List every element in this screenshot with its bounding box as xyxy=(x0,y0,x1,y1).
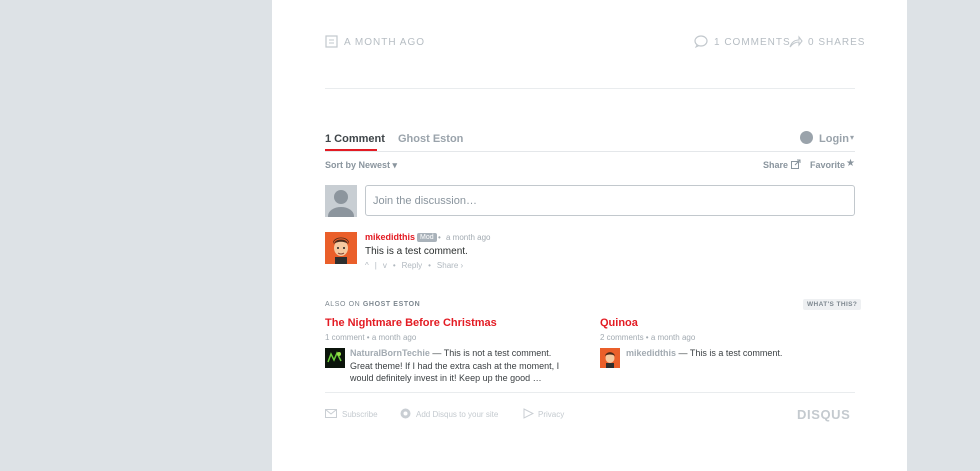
tabs-divider xyxy=(325,151,855,152)
tab-comments[interactable]: 1 Comment xyxy=(325,133,385,145)
excerpt-line: Great theme! If I had the extra cash at … xyxy=(350,360,560,371)
avatar xyxy=(325,185,357,217)
comment-actions: ^ | v • Reply • Share › xyxy=(365,261,463,270)
shares-count-link[interactable]: 0 SHARES xyxy=(808,37,865,48)
related-post-meta: 1 comment • a month ago xyxy=(325,333,417,342)
star-icon: ★ xyxy=(846,158,855,169)
comment-share-link[interactable]: Share › xyxy=(437,261,463,270)
related-post-author[interactable]: NaturalBornTechie xyxy=(350,348,430,358)
related-post-title[interactable]: The Nightmare Before Christmas xyxy=(325,317,497,329)
avatar[interactable] xyxy=(325,232,357,264)
divider xyxy=(325,88,855,89)
privacy-link[interactable]: Privacy xyxy=(538,410,564,419)
also-on-heading: ALSO ON GHOST ESTON xyxy=(325,301,420,308)
avatar xyxy=(325,348,345,368)
also-on-prefix: ALSO ON xyxy=(325,301,361,308)
bullet: • xyxy=(392,261,396,270)
share-label: Share xyxy=(763,160,789,170)
disqus-d-icon xyxy=(400,408,411,419)
mod-badge: Mod xyxy=(417,233,437,242)
related-post-title[interactable]: Quinoa xyxy=(600,317,638,329)
share-arrow-icon xyxy=(789,35,803,48)
favorite-label: Favorite xyxy=(810,160,846,170)
footer-divider xyxy=(325,392,855,393)
related-post-author[interactable]: mikedidthis xyxy=(626,348,676,358)
comment-text: This is a test comment. xyxy=(365,246,468,257)
related-post-excerpt: mikedidthis — This is a test comment. xyxy=(626,347,782,360)
user-avatar-icon xyxy=(800,131,813,144)
login-link[interactable]: Login xyxy=(819,133,849,145)
excerpt-line: — This is not a test comment. xyxy=(432,348,552,358)
envelope-icon xyxy=(325,409,337,418)
content-panel: A MONTH AGO 1 COMMENTS 0 SHARES 1 Commen… xyxy=(272,0,907,471)
also-on-site[interactable]: GHOST ESTON xyxy=(363,301,420,308)
disqus-logo[interactable]: DISQUS xyxy=(797,407,850,422)
bullet: • xyxy=(428,261,431,270)
comment-input-placeholder: Join the discussion… xyxy=(373,195,477,207)
calendar-icon xyxy=(325,35,338,48)
excerpt-line: would definitely invest in it! Keep up t… xyxy=(350,373,542,383)
comment-time[interactable]: a month ago xyxy=(446,233,490,242)
comment-author[interactable]: mikedidthis xyxy=(365,232,415,242)
avatar xyxy=(600,348,620,368)
comment-icon xyxy=(694,35,708,48)
related-post-meta: 2 comments • a month ago xyxy=(600,333,696,342)
reply-link[interactable]: Reply xyxy=(402,261,422,270)
privacy-icon xyxy=(523,408,534,419)
add-disqus-link[interactable]: Add Disqus to your site xyxy=(416,410,498,419)
tab-community[interactable]: Ghost Eston xyxy=(398,133,463,145)
upvote-icon[interactable]: ^ xyxy=(365,261,369,270)
comments-count-link[interactable]: 1 COMMENTS xyxy=(714,37,791,48)
whats-this-button[interactable]: WHAT'S THIS? xyxy=(803,299,862,310)
sort-dropdown[interactable]: Sort by Newest ▾ xyxy=(325,160,397,171)
related-post-excerpt: NaturalBornTechie — This is not a test c… xyxy=(350,347,590,385)
sort-label: Sort by Newest xyxy=(325,160,391,170)
downvote-icon[interactable]: v xyxy=(383,261,387,270)
subscribe-link[interactable]: Subscribe xyxy=(342,410,378,419)
share-thread-button[interactable]: Share xyxy=(763,160,788,170)
favorite-button[interactable]: Favorite xyxy=(810,160,845,170)
comment-input[interactable]: Join the discussion… xyxy=(365,185,855,216)
post-date: A MONTH AGO xyxy=(344,37,426,48)
chevron-down-icon: ▾ xyxy=(850,133,855,142)
excerpt-line: — This is a test comment. xyxy=(678,348,783,358)
bullet: • xyxy=(438,233,441,242)
separator: | xyxy=(374,261,377,270)
share-box-icon xyxy=(791,159,801,169)
